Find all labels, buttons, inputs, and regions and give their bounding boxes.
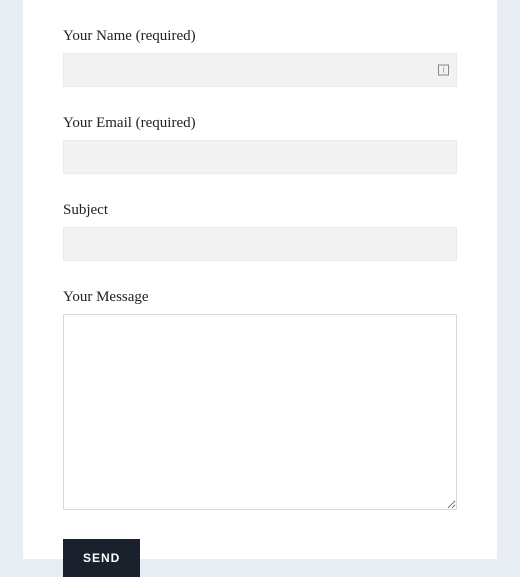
name-input[interactable] xyxy=(63,53,457,87)
name-label: Your Name (required) xyxy=(63,28,457,45)
contact-form: Your Name (required) i Your Email (requi… xyxy=(63,28,457,577)
message-field-group: Your Message xyxy=(63,289,457,515)
subject-label: Subject xyxy=(63,202,457,219)
contact-form-container: Your Name (required) i Your Email (requi… xyxy=(23,0,497,559)
message-label: Your Message xyxy=(63,289,457,306)
subject-input[interactable] xyxy=(63,227,457,261)
subject-field-group: Subject xyxy=(63,202,457,261)
email-label: Your Email (required) xyxy=(63,115,457,132)
email-field-group: Your Email (required) xyxy=(63,115,457,174)
name-field-group: Your Name (required) i xyxy=(63,28,457,87)
email-input[interactable] xyxy=(63,140,457,174)
name-input-wrapper: i xyxy=(63,53,457,87)
message-textarea[interactable] xyxy=(63,314,457,510)
send-button[interactable]: SEND xyxy=(63,539,140,577)
